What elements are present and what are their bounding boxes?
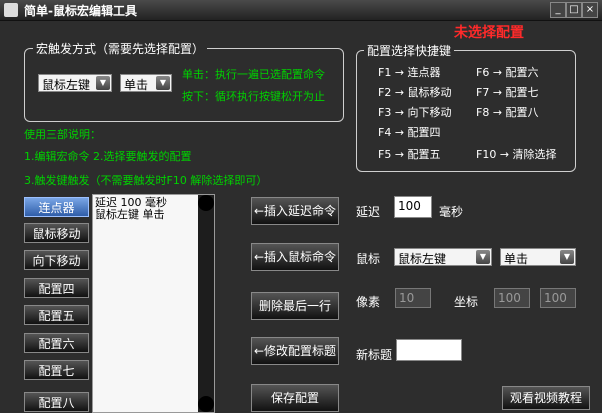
chevron-down-icon: ▼ <box>476 250 490 264</box>
usage-step2: 3.触发键触发（不需要触发时F10 解除选择即可） <box>24 174 268 187</box>
coord-y-input[interactable]: 100 <box>540 288 576 308</box>
title-bar[interactable]: 简单-鼠标宏编辑工具 _ □ × <box>0 0 602 21</box>
insert-mouse-button[interactable]: ←插入鼠标命令 <box>251 243 339 271</box>
mouse-action-select[interactable]: 单击 ▼ <box>500 248 576 266</box>
chevron-down-icon: ▼ <box>96 76 110 90</box>
trigger-legend: 宏触发方式（需要先选择配置） <box>33 40 208 57</box>
mouse-label: 鼠标 <box>356 252 381 266</box>
new-title-input[interactable] <box>396 339 462 361</box>
delete-last-button[interactable]: 删除最后一行 <box>251 292 339 320</box>
edit-title-button[interactable]: ←修改配置标题 <box>251 337 339 365</box>
app-icon <box>4 3 18 17</box>
config-button-4[interactable]: 配置四 <box>24 278 89 298</box>
save-config-button[interactable]: 保存配置 <box>251 384 339 412</box>
coord-x-input[interactable]: 100 <box>494 288 530 308</box>
delay-input[interactable]: 100 <box>394 196 432 218</box>
chevron-down-icon: ▼ <box>560 250 574 264</box>
config-button-8[interactable]: 配置八 <box>24 392 89 412</box>
close-button[interactable]: × <box>582 2 598 18</box>
hotkey-f1: F1 → 连点器 <box>378 66 441 79</box>
window-title: 简单-鼠标宏编辑工具 <box>24 4 137 18</box>
usage-step1: 1.编辑宏命令 2.选择要触发的配置 <box>24 150 192 163</box>
insert-delay-button[interactable]: ←插入延迟命令 <box>251 197 339 225</box>
mouse-key-select[interactable]: 鼠标左键 ▼ <box>394 248 492 266</box>
usage-title: 使用三部说明： <box>24 128 101 141</box>
trigger-desc-click: 单击：执行一遍已选配置命令 <box>182 68 325 81</box>
config-button-1[interactable]: 连点器 <box>24 197 89 217</box>
command-line[interactable]: 鼠标左键 单击 <box>95 209 165 221</box>
scroll-up-button[interactable] <box>198 195 214 211</box>
video-tutorial-button[interactable]: 观看视频教程 <box>502 386 590 410</box>
mouse-key-value: 鼠标左键 <box>398 252 447 266</box>
hotkey-legend: 配置选择快捷键 <box>364 42 455 59</box>
minimize-button[interactable]: _ <box>550 2 566 18</box>
coord-label: 坐标 <box>454 295 479 309</box>
config-button-3[interactable]: 向下移动 <box>24 250 89 270</box>
hotkey-f4: F4 → 配置四 <box>378 126 441 139</box>
delay-unit: 毫秒 <box>439 205 464 219</box>
command-list[interactable]: 延迟 100 毫秒 鼠标左键 单击 <box>92 194 215 413</box>
hotkey-f2: F2 → 鼠标移动 <box>378 86 452 99</box>
hotkey-f3: F3 → 向下移动 <box>378 106 452 119</box>
trigger-key-select[interactable]: 鼠标左键 ▼ <box>38 74 112 92</box>
main-window: 简单-鼠标宏编辑工具 _ □ × 未选择配置 宏触发方式（需要先选择配置） 鼠标… <box>0 0 602 413</box>
chevron-down-icon: ▼ <box>156 76 170 90</box>
trigger-key-value: 鼠标左键 <box>42 78 91 92</box>
selection-status: 未选择配置 <box>454 25 524 41</box>
list-scrollbar[interactable] <box>198 195 214 412</box>
new-title-label: 新标题 <box>356 348 393 362</box>
config-button-2[interactable]: 鼠标移动 <box>24 223 89 243</box>
mouse-action-value: 单击 <box>504 252 529 266</box>
delay-label: 延迟 <box>356 205 381 219</box>
pixel-label: 像素 <box>356 295 381 309</box>
config-button-6[interactable]: 配置六 <box>24 333 89 353</box>
hotkey-f6: F6 → 配置六 <box>476 66 539 79</box>
hotkey-f10: F10 → 清除选择 <box>476 148 557 161</box>
hotkey-f7: F7 → 配置七 <box>476 86 539 99</box>
config-button-5[interactable]: 配置五 <box>24 305 89 325</box>
trigger-action-value: 单击 <box>124 78 149 92</box>
config-button-7[interactable]: 配置七 <box>24 360 89 380</box>
hotkey-f5: F5 → 配置五 <box>378 148 441 161</box>
maximize-button[interactable]: □ <box>566 2 582 18</box>
hotkey-f8: F8 → 配置八 <box>476 106 539 119</box>
trigger-desc-hold: 按下：循环执行按键松开为止 <box>182 90 325 103</box>
scroll-down-button[interactable] <box>198 396 214 412</box>
pixel-input[interactable]: 10 <box>395 288 431 308</box>
trigger-action-select[interactable]: 单击 ▼ <box>120 74 172 92</box>
